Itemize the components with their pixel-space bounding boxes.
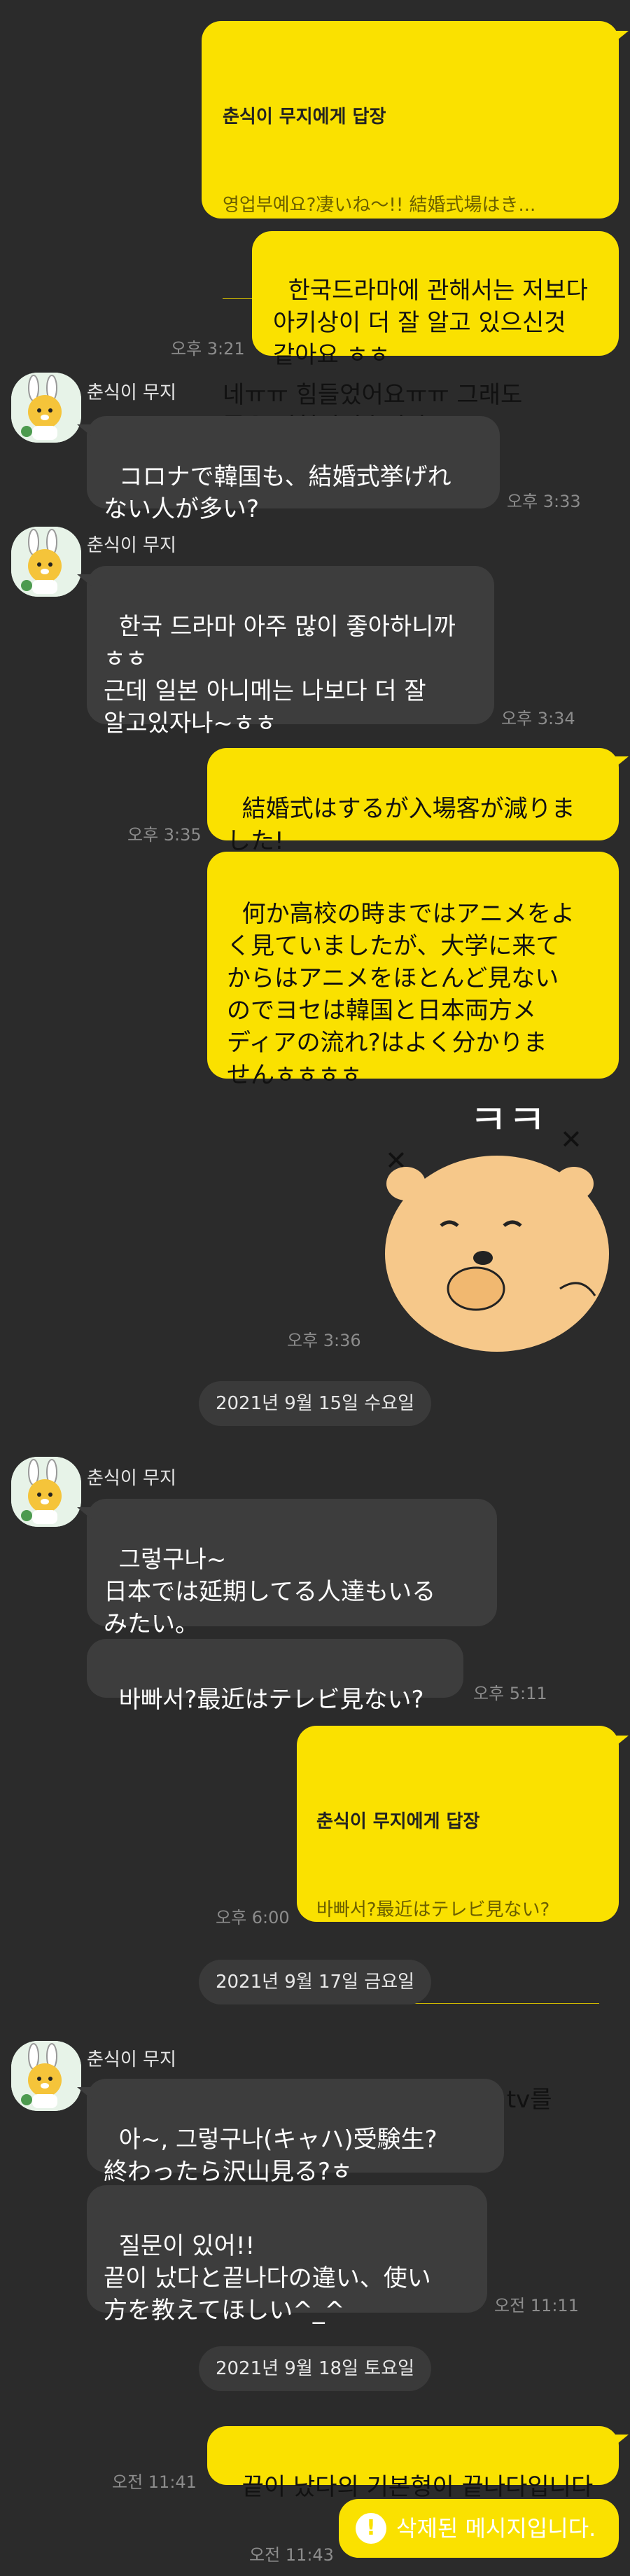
message-time: 오후 6:00 [216, 1908, 290, 1927]
message-time: 오후 3:35 [127, 825, 202, 845]
message-text: 끝이 났다의 기본형이 끝나다입니다 [241, 2473, 594, 2501]
svg-text:✕: ✕ [560, 1124, 582, 1155]
date-separator: 2021년 9월 15일 수요일 [199, 1381, 431, 1426]
reply-quote[interactable]: 영업부예요?凄いね〜!! 結婚式場はき... [223, 193, 598, 217]
bubble-tail [77, 574, 92, 587]
bubble-tail [613, 31, 629, 43]
sender-name: 춘식이 무지 [87, 2049, 176, 2070]
my-message-bubble-5[interactable]: 結婚式はするが入場客が減りま した! [207, 748, 619, 855]
reply-header: 춘식이 무지에게 답장 [223, 106, 386, 127]
their-message-bubble-11[interactable]: 질문이 있어!! 끝이 났다と끝나다の違い、使い 方を教えてほしい^_^ [87, 2185, 487, 2325]
message-text: 질문이 있어!! 끝이 났다と끝나다の違い、使い 方を教えてほしい^_^ [104, 2232, 431, 2325]
message-time: 오후 3:21 [171, 339, 245, 359]
muzi-avatar-icon [11, 2041, 81, 2111]
sender-avatar[interactable] [11, 1457, 81, 1527]
message-time: 오전 11:11 [494, 2296, 579, 2315]
reply-header: 춘식이 무지에게 답장 [316, 1811, 480, 1832]
deleted-message-bubble[interactable]: ! 삭제된 메시지입니다. [339, 2499, 619, 2558]
their-message-bubble-10[interactable]: 아~, 그렇구나(キャハ)受験生? 終わったら沢山見る?ㅎ [87, 2079, 504, 2186]
bubble-tail [613, 1736, 629, 1748]
message-time: 오전 11:41 [112, 2472, 197, 2492]
message-text: 그렇구나~ 日本では延期してる人達もいる みたい。 [104, 1546, 436, 1638]
my-message-bubble-6[interactable]: 何か高校の時まではアニメをよ く見ていましたが、大学に来て からはアニメをほとん… [207, 852, 619, 1089]
bubble-tail [77, 2087, 92, 2100]
their-message-bubble-8[interactable]: 바빠서?最近はテレビ見ない? [87, 1639, 463, 1714]
laughing-bear-sticker-icon: ㅋㅋ ✕ ✕ [385, 1096, 609, 1352]
bubble-tail [613, 756, 629, 769]
their-message-bubble-7[interactable]: 그렇구나~ 日本では延期してる人達もいる みたい。 [87, 1499, 497, 1638]
their-message-bubble-4[interactable]: 한국 드라마 아주 많이 좋아하니까 ㅎㅎ 근데 일본 아니메는 나보다 더 잘… [87, 566, 494, 738]
muzi-avatar-icon [11, 373, 81, 443]
bubble-tail [613, 2435, 629, 2447]
message-time: 오후 3:34 [501, 709, 575, 728]
my-message-bubble-2[interactable]: 한국드라마에 관해서는 저보다 아키상이 더 잘 알고 있으신것 같아요 ㅎㅎ [252, 231, 619, 369]
bear-sticker[interactable]: ㅋㅋ ✕ ✕ [378, 1079, 616, 1359]
muzi-avatar-icon [11, 1457, 81, 1527]
sender-name: 춘식이 무지 [87, 382, 176, 403]
message-text: 바빠서?最近はテレビ見ない? [118, 1686, 424, 1714]
sender-name: 춘식이 무지 [87, 535, 176, 556]
muzi-avatar-icon [11, 527, 81, 597]
my-message-bubble-12[interactable]: 끝이 났다의 기본형이 끝나다입니다 [207, 2426, 619, 2501]
sticker-text: ㅋㅋ [469, 1096, 546, 1145]
message-text: 何か高校の時まではアニメをよ く見ていましたが、大学に来て からはアニメをほとん… [227, 900, 575, 1089]
deleted-message-text: 삭제된 메시지입니다. [396, 2515, 596, 2542]
message-text: 結婚式はするが入場客が減りま した! [227, 795, 575, 855]
sender-avatar[interactable] [11, 527, 81, 597]
message-time: 오후 3:36 [287, 1331, 361, 1350]
date-separator: 2021년 9월 17일 금요일 [199, 1960, 431, 2004]
date-separator: 2021년 9월 18일 토요일 [199, 2346, 431, 2391]
bubble-tail [77, 424, 92, 437]
reply-quote[interactable]: 바빠서?最近はテレビ見ない? [316, 1898, 599, 1922]
bubble-tail [77, 1507, 92, 1520]
message-text: 한국드라마에 관해서는 저보다 아키상이 더 잘 알고 있으신것 같아요 ㅎㅎ [273, 277, 588, 369]
sender-name: 춘식이 무지 [87, 1468, 176, 1489]
message-time: 오후 5:11 [473, 1684, 547, 1703]
their-message-bubble-3[interactable]: コロナで韓国も、結婚式挙げれ ない人が多い? [87, 416, 500, 523]
my-reply-bubble-1[interactable]: 춘식이 무지에게 답장 영업부예요?凄いね〜!! 結婚式場はき... 네ㅠㅠ 힘… [202, 21, 619, 441]
message-text: 한국 드라마 아주 많이 좋아하니까 ㅎㅎ 근데 일본 아니메는 나보다 더 잘… [104, 613, 456, 738]
message-time: 오전 11:43 [249, 2545, 334, 2565]
alert-icon: ! [356, 2513, 386, 2544]
message-time: 오후 3:33 [507, 492, 581, 511]
my-reply-bubble-9[interactable]: 춘식이 무지에게 답장 바빠서?最近はテレビ見ない? 동생이 공부한다고 tv를… [297, 1726, 619, 2146]
sender-avatar[interactable] [11, 373, 81, 443]
message-text: コロナで韓国も、結婚式挙げれ ない人が多い? [104, 463, 451, 523]
sender-avatar[interactable] [11, 2041, 81, 2111]
